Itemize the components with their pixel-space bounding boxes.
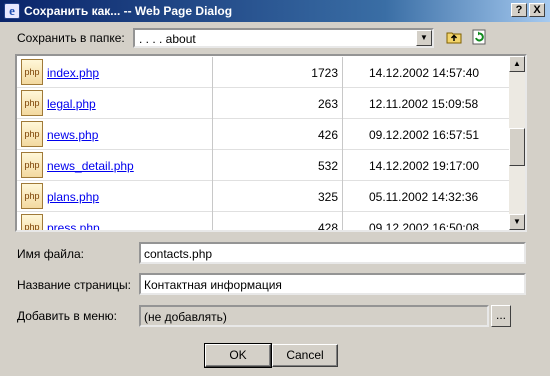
filename-value: contacts.php [144,247,213,261]
help-button[interactable]: ? [511,3,527,17]
file-name-cell: php plans.php [17,181,213,212]
pagename-value: Контактная информация [144,278,282,292]
file-date: 12.11.2002 15:09:58 [369,97,479,111]
php-file-icon: php [21,121,43,147]
php-file-icon: php [21,183,43,209]
folder-select[interactable]: . . . . about ▼ [133,28,434,48]
file-row[interactable]: php plans.php 325 05.11.2002 14:32:36 [17,181,509,212]
file-size: 426 [317,128,338,142]
filename-input[interactable]: contacts.php [139,242,526,264]
cancel-button[interactable]: Cancel [272,344,338,367]
scroll-down-arrow-icon[interactable]: ▼ [509,214,525,230]
refresh-icon[interactable] [471,29,487,45]
file-size-cell: 1723 [213,57,343,88]
file-size: 1723 [311,66,338,80]
menu-label: Добавить в меню: [17,309,117,323]
php-file-icon: php [21,90,43,116]
file-row[interactable]: php index.php 1723 14.12.2002 14:57:40 [17,57,509,88]
menu-field: (не добавлять) [139,305,489,327]
file-link[interactable]: news_detail.php [47,159,134,173]
file-row[interactable]: php news_detail.php 532 14.12.2002 19:17… [17,150,509,181]
file-date-cell: 09.12.2002 16:50:08 [343,212,509,232]
file-size-cell: 263 [213,88,343,119]
file-date: 14.12.2002 19:17:00 [369,159,480,173]
scroll-thumb[interactable] [509,128,525,166]
vertical-scrollbar[interactable]: ▲ ▼ [509,56,525,230]
close-button[interactable]: X [529,3,545,17]
title-bar: e Сохранить как... -- Web Page Dialog ? … [0,0,550,22]
file-rows: php index.php 1723 14.12.2002 14:57:40 p… [17,57,509,232]
file-date-cell: 14.12.2002 14:57:40 [343,57,509,88]
file-row[interactable]: php legal.php 263 12.11.2002 15:09:58 [17,88,509,119]
file-date: 05.11.2002 14:32:36 [369,190,479,204]
file-link[interactable]: press.php [47,221,100,230]
file-size: 325 [317,190,338,204]
file-size-cell: 426 [213,119,343,150]
file-date-cell: 09.12.2002 16:57:51 [343,119,509,150]
folder-value: . . . . about [139,32,196,46]
file-date: 09.12.2002 16:50:08 [369,221,480,232]
file-size: 532 [317,159,338,173]
file-name-cell: php press.php [17,212,213,230]
pagename-input[interactable]: Контактная информация [139,273,526,295]
file-link[interactable]: plans.php [47,190,99,204]
file-name-cell: php news_detail.php [17,150,213,181]
pagename-label: Название страницы: [17,278,131,292]
folder-up-icon[interactable] [446,29,462,45]
folder-label: Сохранить в папке: [17,31,125,45]
file-size-cell: 325 [213,181,343,212]
file-name-cell: php legal.php [17,88,213,119]
filename-label: Имя файла: [17,247,84,261]
window-title: Сохранить как... -- Web Page Dialog [24,4,233,18]
file-date: 14.12.2002 14:57:40 [369,66,480,80]
file-link[interactable]: index.php [47,66,99,80]
file-date-cell: 12.11.2002 15:09:58 [343,88,509,119]
file-link[interactable]: legal.php [47,97,96,111]
file-link[interactable]: news.php [47,128,98,142]
file-row[interactable]: php news.php 426 09.12.2002 16:57:51 [17,119,509,150]
php-file-icon: php [21,59,43,85]
file-size: 428 [317,221,338,232]
browse-menu-button[interactable]: ... [491,305,511,327]
file-size-cell: 532 [213,150,343,181]
file-name-cell: php news.php [17,119,213,150]
file-row[interactable]: php press.php 428 09.12.2002 16:50:08 [17,212,509,232]
menu-value: (не добавлять) [144,310,227,324]
ie-icon: e [4,3,20,19]
file-date-cell: 05.11.2002 14:32:36 [343,181,509,212]
scroll-up-arrow-icon[interactable]: ▲ [509,56,525,72]
chevron-down-icon[interactable]: ▼ [416,30,432,46]
php-file-icon: php [21,152,43,178]
file-name-cell: php index.php [17,57,213,88]
save-as-dialog: e Сохранить как... -- Web Page Dialog ? … [0,0,550,376]
php-file-icon: php [21,214,43,230]
file-date: 09.12.2002 16:57:51 [369,128,480,142]
file-size: 263 [317,97,338,111]
file-size-cell: 428 [213,212,343,232]
ok-button[interactable]: OK [204,343,272,368]
file-list[interactable]: php index.php 1723 14.12.2002 14:57:40 p… [15,54,527,232]
file-date-cell: 14.12.2002 19:17:00 [343,150,509,181]
